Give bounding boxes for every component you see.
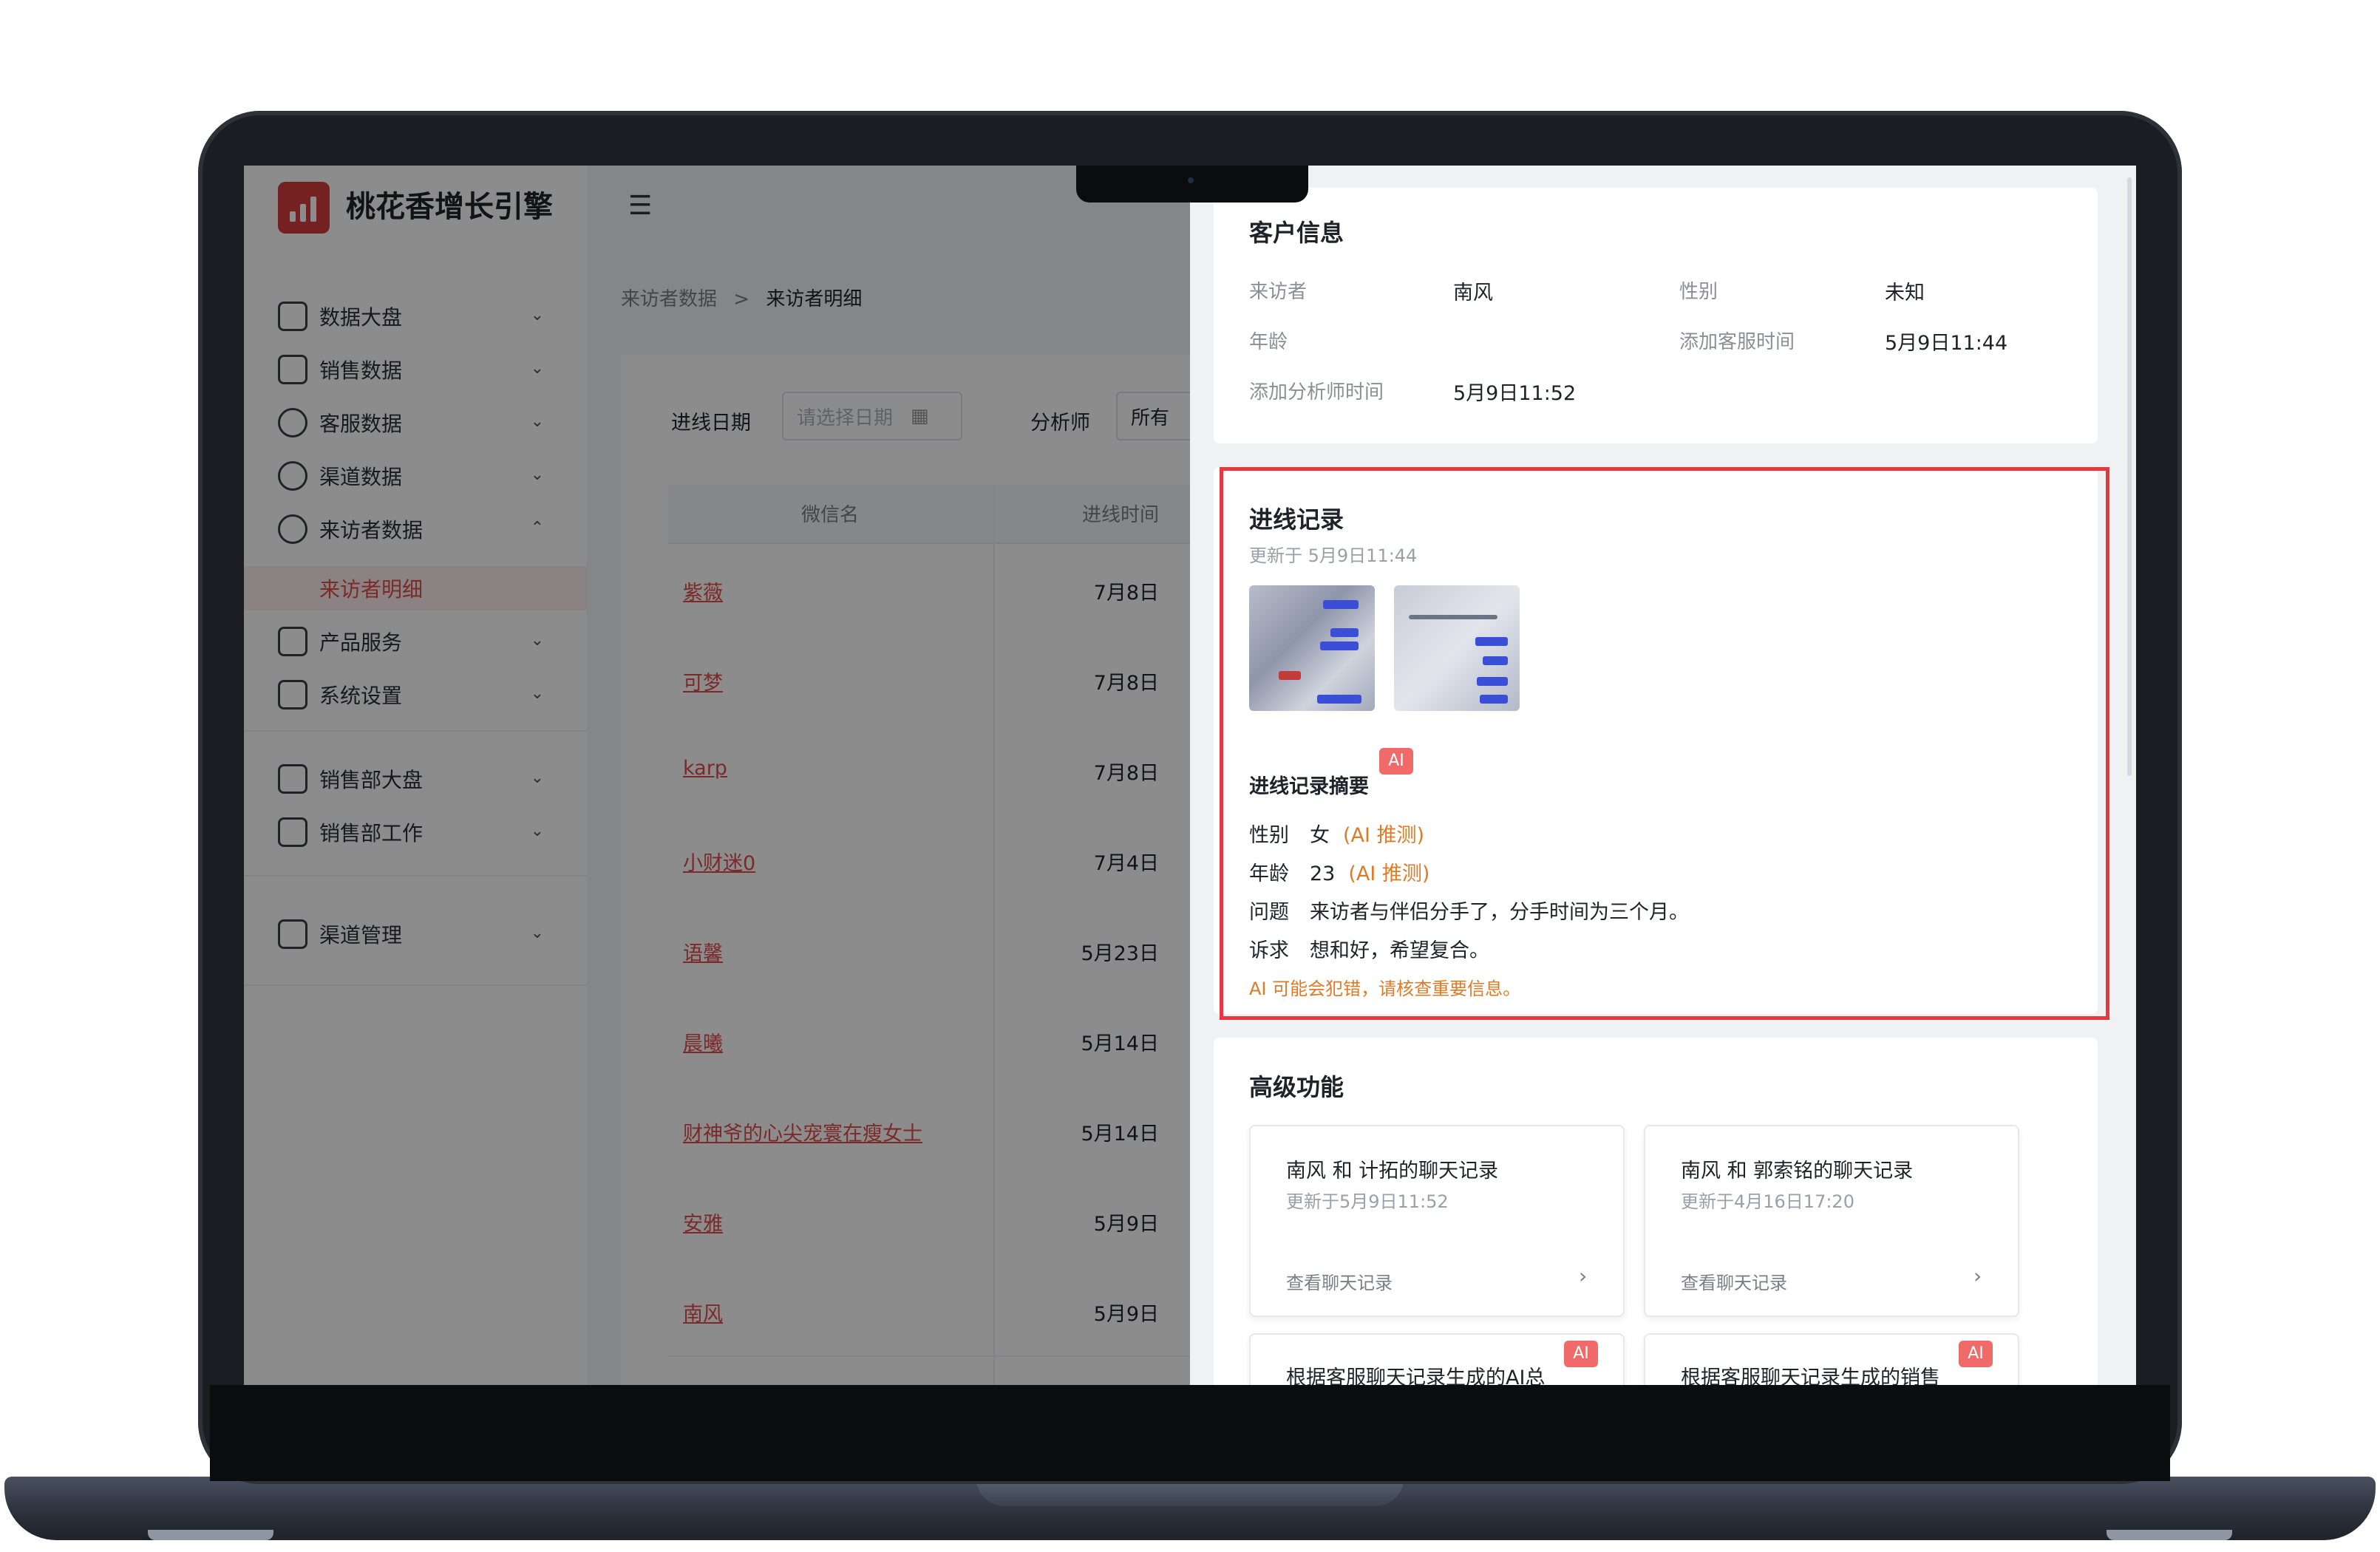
ai-sales-card[interactable]: 根据客服聊天记录生成的销售 AI	[1644, 1333, 2019, 1385]
chat-record-card[interactable]: 南风 和 郭索铭的聊天记录 更新于4月16日17:20 查看聊天记录 ›	[1644, 1125, 2019, 1317]
ai-badge: AI	[1959, 1341, 1993, 1367]
customer-info-title: 客户信息	[1249, 219, 1344, 247]
analyst-time-label: 添加分析师时间	[1249, 381, 1384, 404]
gender-value: 未知	[1885, 282, 1925, 304]
chevron-right-icon: ›	[1973, 1264, 1982, 1288]
view-chat-link[interactable]: 查看聊天记录	[1681, 1268, 1787, 1294]
age-label: 年龄	[1249, 331, 1288, 353]
cs-time-value: 5月9日11:44	[1885, 332, 2008, 355]
cs-time-label: 添加客服时间	[1679, 331, 1795, 353]
laptop-foot-left	[148, 1530, 273, 1540]
intake-highlight-frame	[1220, 467, 2109, 1020]
chat-record-title: 南风 和 郭索铭的聊天记录	[1681, 1160, 1914, 1182]
gender-label: 性别	[1679, 281, 1718, 303]
ai-summary-card[interactable]: 根据客服聊天记录生成的AI总 AI	[1249, 1333, 1625, 1385]
visitor-label: 来访者	[1249, 281, 1308, 303]
view-chat-link[interactable]: 查看聊天记录	[1286, 1268, 1393, 1294]
analyst-time-value: 5月9日11:52	[1453, 382, 1577, 405]
laptop-foot-right	[2107, 1530, 2232, 1540]
laptop-chin	[210, 1385, 2170, 1481]
chat-record-updated: 更新于5月9日11:52	[1286, 1191, 1449, 1212]
chat-record-card[interactable]: 南风 和 计拓的聊天记录 更新于5月9日11:52 查看聊天记录 ›	[1249, 1125, 1625, 1317]
customer-info-card: 客户信息 来访者 南风 性别 未知 年龄 添加客服时间 5月9日11:44 添加…	[1214, 188, 2098, 443]
camera-notch	[1076, 166, 1308, 202]
visitor-value: 南风	[1453, 282, 1493, 304]
chat-record-updated: 更新于4月16日17:20	[1681, 1191, 1854, 1212]
camera-icon	[1188, 177, 1194, 183]
chevron-right-icon: ›	[1579, 1264, 1588, 1288]
advanced-features-title: 高级功能	[1249, 1073, 1344, 1101]
ai-badge: AI	[1564, 1341, 1598, 1367]
chat-record-title: 南风 和 计拓的聊天记录	[1286, 1160, 1499, 1182]
ai-sales-title: 根据客服聊天记录生成的销售	[1681, 1366, 1940, 1385]
ai-summary-title: 根据客服聊天记录生成的AI总	[1286, 1366, 1546, 1385]
advanced-features-card: 高级功能 南风 和 计拓的聊天记录 更新于5月9日11:52 查看聊天记录 › …	[1214, 1038, 2098, 1385]
drawer-scrollbar[interactable]	[2127, 177, 2132, 776]
drawer-backdrop[interactable]	[244, 166, 1190, 1385]
